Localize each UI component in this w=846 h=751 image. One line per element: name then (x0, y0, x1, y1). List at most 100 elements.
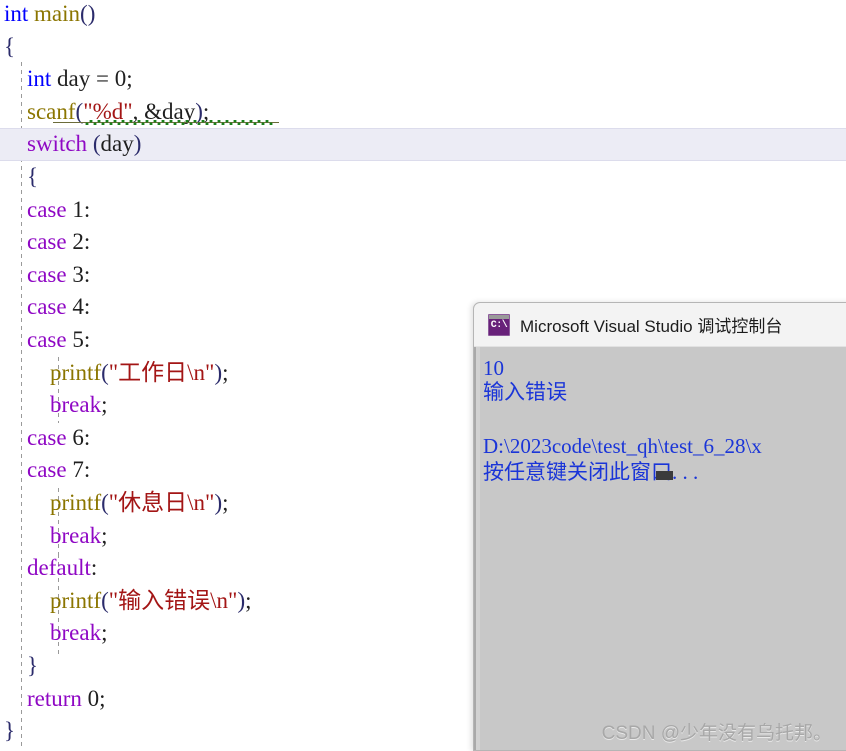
console-output-line: 输入错误 (483, 380, 567, 404)
console-text-cursor (656, 471, 673, 480)
code-token: printf (50, 490, 102, 515)
csdn-watermark: CSDN @少年没有乌托邦。 (601, 723, 832, 744)
code-token: break (50, 620, 102, 646)
code-token: 1 (72, 196, 84, 222)
code-token: ; (101, 392, 108, 418)
code-token: ; (101, 522, 108, 548)
code-token: : (83, 294, 91, 320)
code-line: case 2: (0, 226, 846, 259)
console-icon-label: C:\ (490, 320, 508, 331)
code-line: { (0, 161, 846, 194)
code-token: 2 (72, 229, 84, 255)
code-token: 0 (114, 66, 127, 92)
code-token: { (4, 33, 16, 59)
code-token: day (100, 131, 134, 157)
code-token: &day (144, 98, 196, 124)
console-output-area[interactable]: 10 输入错误 D:\2023code\test_qh\test_6_28\x 按任意… (474, 347, 846, 750)
code-token: ; (222, 490, 229, 515)
code-token: ; (126, 66, 133, 92)
code-token: ; (222, 359, 229, 385)
console-window[interactable]: C:\ Microsoft Visual Studio 调试控制台 10 输入错误… (473, 302, 846, 751)
code-token: ; (202, 98, 210, 124)
code-token: : (83, 229, 91, 255)
code-token: ) (214, 359, 223, 385)
code-line: scanf("%d", &day); (0, 96, 846, 129)
code-token: 7 (72, 457, 84, 483)
code-token: "%d" (83, 98, 133, 124)
code-token: ; (99, 685, 106, 711)
code-token: ; (101, 620, 108, 646)
code-token: case (27, 196, 67, 222)
code-token: break (50, 522, 102, 548)
code-token: day = (51, 66, 115, 92)
code-token: () (80, 1, 96, 26)
console-titlebar[interactable]: C:\ Microsoft Visual Studio 调试控制台 (474, 303, 846, 347)
code-line: case 3: (0, 259, 846, 292)
code-token: case (27, 327, 67, 352)
code-token: "输入错误\n" (108, 587, 238, 613)
code-token: } (27, 653, 39, 678)
code-line: case 1: (0, 194, 846, 227)
code-token: : (83, 424, 91, 450)
code-line: int day = 0; (0, 63, 846, 96)
code-token: case (27, 294, 67, 320)
code-token: ) (195, 98, 203, 124)
code-token: : (83, 261, 91, 287)
code-token: case (27, 424, 67, 450)
code-line: switch (day) (0, 128, 846, 161)
code-token: "休息日\n" (108, 490, 215, 515)
code-token: 5 (72, 327, 84, 352)
code-token: int (27, 66, 52, 92)
scanf-underline (53, 122, 279, 123)
code-token: case (27, 229, 67, 255)
console-output-line: 10 (483, 356, 504, 380)
code-token: 6 (72, 424, 84, 450)
code-token: ( (101, 359, 109, 385)
code-token: ( (101, 490, 109, 515)
console-title: Microsoft Visual Studio 调试控制台 (520, 317, 783, 336)
code-token: ( (101, 587, 109, 613)
code-line: { (0, 31, 846, 64)
code-token: case (27, 261, 67, 287)
code-token: main (34, 1, 81, 26)
code-token: ; (245, 587, 252, 613)
code-token: ) (133, 131, 142, 157)
code-token: ) (214, 490, 223, 515)
code-line: int main() (0, 0, 846, 31)
console-app-icon: C:\ (488, 313, 510, 336)
code-token: ( (92, 131, 101, 157)
code-token: return (27, 685, 82, 711)
console-left-rail (474, 347, 480, 750)
code-token: : (83, 457, 91, 483)
code-token: } (4, 718, 16, 744)
code-token: , (132, 98, 145, 124)
code-token: printf (50, 587, 102, 613)
code-token: int (4, 1, 29, 26)
code-token: : (83, 196, 91, 222)
code-token: { (27, 164, 39, 189)
code-token: ( (75, 98, 84, 124)
code-token: ) (237, 587, 246, 613)
code-token: case (27, 457, 67, 483)
code-token: "工作日\n" (108, 359, 215, 385)
code-token: break (50, 392, 102, 418)
